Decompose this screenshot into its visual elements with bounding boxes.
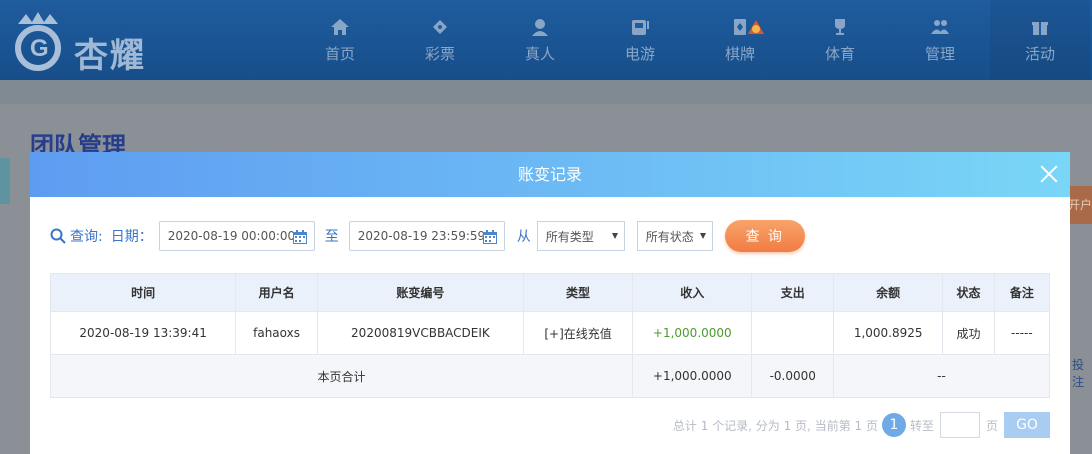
- gift-icon: [1032, 21, 1048, 35]
- brand-name: 杏耀: [74, 36, 146, 76]
- pagination: 总计 1 个记录, 分为 1 页, 当前第 1 页 1 转至 页 GO: [673, 411, 1050, 439]
- table-header-row: 时间 用户名 账变编号 类型 收入 支出 余额 状态 备注: [49, 273, 1051, 312]
- query-button[interactable]: 查 询: [724, 220, 805, 252]
- type-select[interactable]: 所有类型: [536, 221, 625, 251]
- chevron-down-icon: [611, 233, 618, 239]
- column-header: 收入: [632, 273, 753, 312]
- status-select[interactable]: 所有状态: [636, 221, 713, 251]
- column-header: 类型: [522, 273, 634, 312]
- search-icon: [50, 228, 66, 244]
- users-icon: [931, 19, 949, 34]
- modal-header: 账变记录: [30, 152, 1070, 197]
- total-income: +1,000.0000: [632, 354, 753, 398]
- side-tab: [0, 158, 10, 204]
- nav-label: 首页: [324, 44, 355, 63]
- column-header: 时间: [49, 273, 237, 312]
- start-date-input[interactable]: 2020-08-19 00:00:00: [158, 221, 315, 251]
- close-icon[interactable]: [1038, 163, 1060, 185]
- nav-label: 活动: [1024, 44, 1055, 63]
- slot-icon: [632, 19, 649, 35]
- chevron-down-icon: [699, 233, 706, 239]
- query-bar: 查询: 日期： 2020-08-19 00:00:00 至 2020-08-19…: [50, 220, 805, 252]
- hot-badge-icon: [748, 20, 764, 34]
- goto-page-input[interactable]: [939, 412, 980, 438]
- nav-item-cards[interactable]: 棋牌: [690, 0, 790, 80]
- cell-note: -----: [993, 311, 1051, 355]
- main-nav: 首页 彩票 真人 电游 棋牌 体育 管理 活动: [290, 0, 1090, 80]
- page-unit-label: 页: [985, 418, 998, 433]
- table-row: 2020-08-19 13:39:41 fahaoxs 20200819VCBB…: [49, 311, 1051, 355]
- goto-label: 转至: [909, 418, 934, 433]
- total-expense: -0.0000: [751, 354, 835, 398]
- home-icon: [331, 18, 349, 35]
- cell-serial: 20200819VCBBACDEIK: [316, 311, 524, 355]
- cell-balance: 1,000.8925: [833, 311, 944, 355]
- ledger-modal: 账变记录 查询: 日期： 2020-08-19 00:00:00 至 2020-…: [30, 152, 1070, 454]
- nav-label: 管理: [924, 44, 955, 63]
- to-label: 至: [324, 229, 339, 245]
- site-logo[interactable]: G 杏耀: [10, 10, 160, 76]
- column-header: 备注: [993, 273, 1051, 312]
- top-nav-bar: G 杏耀 首页 彩票 真人 电游 棋牌 体育 管理 活动: [0, 0, 1092, 80]
- nav-label: 电游: [624, 44, 655, 63]
- dealer-icon: [532, 18, 548, 36]
- pager-summary: 总计 1 个记录, 分为 1 页, 当前第 1 页: [672, 418, 878, 433]
- right-side-link[interactable]: 投注: [1072, 356, 1092, 390]
- cards-icon: [734, 18, 746, 35]
- query-label: 查询:: [70, 229, 103, 245]
- ledger-table: 时间 用户名 账变编号 类型 收入 支出 余额 状态 备注 2020-08-19…: [49, 273, 1051, 398]
- right-side-tab[interactable]: 开户: [1068, 186, 1092, 224]
- nav-label: 真人: [524, 44, 555, 63]
- svg-text:G: G: [30, 35, 49, 62]
- total-label: 本页合计: [49, 354, 634, 398]
- trophy-icon: [835, 18, 845, 35]
- crown-logo-icon: G: [15, 12, 61, 71]
- cell-status: 成功: [942, 311, 995, 355]
- nav-label: 棋牌: [724, 44, 755, 63]
- type-select-value: 所有类型: [545, 229, 594, 244]
- modal-title: 账变记录: [517, 165, 582, 184]
- column-header: 状态: [942, 273, 995, 312]
- nav-item-home[interactable]: 首页: [290, 0, 390, 80]
- current-page-button[interactable]: 1: [881, 413, 906, 437]
- nav-item-sports[interactable]: 体育: [790, 0, 890, 80]
- nav-item-lottery[interactable]: 彩票: [390, 0, 490, 80]
- from-label: 从: [516, 229, 531, 245]
- date-label: 日期：: [110, 229, 153, 245]
- ticket-icon: [433, 19, 447, 34]
- end-date-input[interactable]: 2020-08-19 23:59:59: [348, 221, 505, 251]
- column-header: 余额: [833, 273, 944, 312]
- status-select-value: 所有状态: [645, 229, 694, 244]
- calendar-icon[interactable]: [482, 229, 498, 245]
- start-date-value: 2020-08-19 00:00:00: [167, 229, 296, 243]
- total-balance: --: [833, 354, 1050, 398]
- column-header: 账变编号: [316, 273, 524, 312]
- column-header: 用户名: [235, 273, 318, 312]
- nav-item-manage[interactable]: 管理: [890, 0, 990, 80]
- end-date-value: 2020-08-19 23:59:59: [357, 229, 486, 243]
- cell-username: fahaoxs: [235, 311, 318, 355]
- cell-time: 2020-08-19 13:39:41: [49, 311, 237, 355]
- calendar-icon[interactable]: [292, 229, 308, 245]
- cell-income: +1,000.0000: [632, 311, 753, 355]
- nav-item-events[interactable]: 活动: [990, 0, 1090, 80]
- column-header: 支出: [751, 273, 835, 312]
- total-row: 本页合计 +1,000.0000 -0.0000 --: [49, 354, 1050, 398]
- go-button[interactable]: GO: [1004, 412, 1050, 438]
- nav-item-live[interactable]: 真人: [490, 0, 590, 80]
- cell-expense: [751, 311, 835, 355]
- nav-label: 体育: [824, 44, 855, 63]
- nav-item-slots[interactable]: 电游: [590, 0, 690, 80]
- cell-type: [+]在线充值: [522, 311, 634, 355]
- nav-label: 彩票: [424, 44, 455, 63]
